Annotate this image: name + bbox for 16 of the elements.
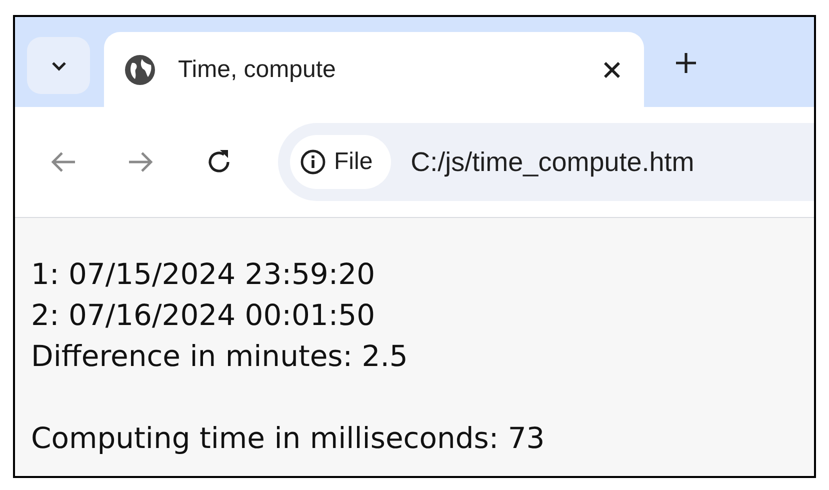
browser-tab[interactable]: Time, compute — [104, 32, 644, 107]
chevron-down-icon — [50, 60, 68, 72]
output-line: 1: 07/15/2024 23:59:20 — [31, 256, 376, 293]
close-icon[interactable] — [602, 60, 622, 80]
output-line: 2: 07/16/2024 00:01:50 — [31, 297, 376, 334]
back-arrow-icon[interactable] — [49, 150, 77, 174]
output-line: Difference in minutes: 2.5 — [31, 338, 408, 375]
info-icon — [300, 149, 326, 175]
forward-arrow-icon[interactable] — [127, 150, 155, 174]
tab-title: Time, compute — [178, 56, 337, 84]
site-info-button[interactable]: File — [290, 135, 391, 189]
url-text: C:/js/time_compute.htm — [410, 146, 694, 178]
address-bar[interactable]: File C:/js/time_compute.htm — [278, 123, 814, 201]
globe-icon — [124, 54, 156, 86]
new-tab-icon[interactable] — [674, 51, 698, 75]
output-line: Computing time in milliseconds: 73 — [31, 420, 545, 457]
